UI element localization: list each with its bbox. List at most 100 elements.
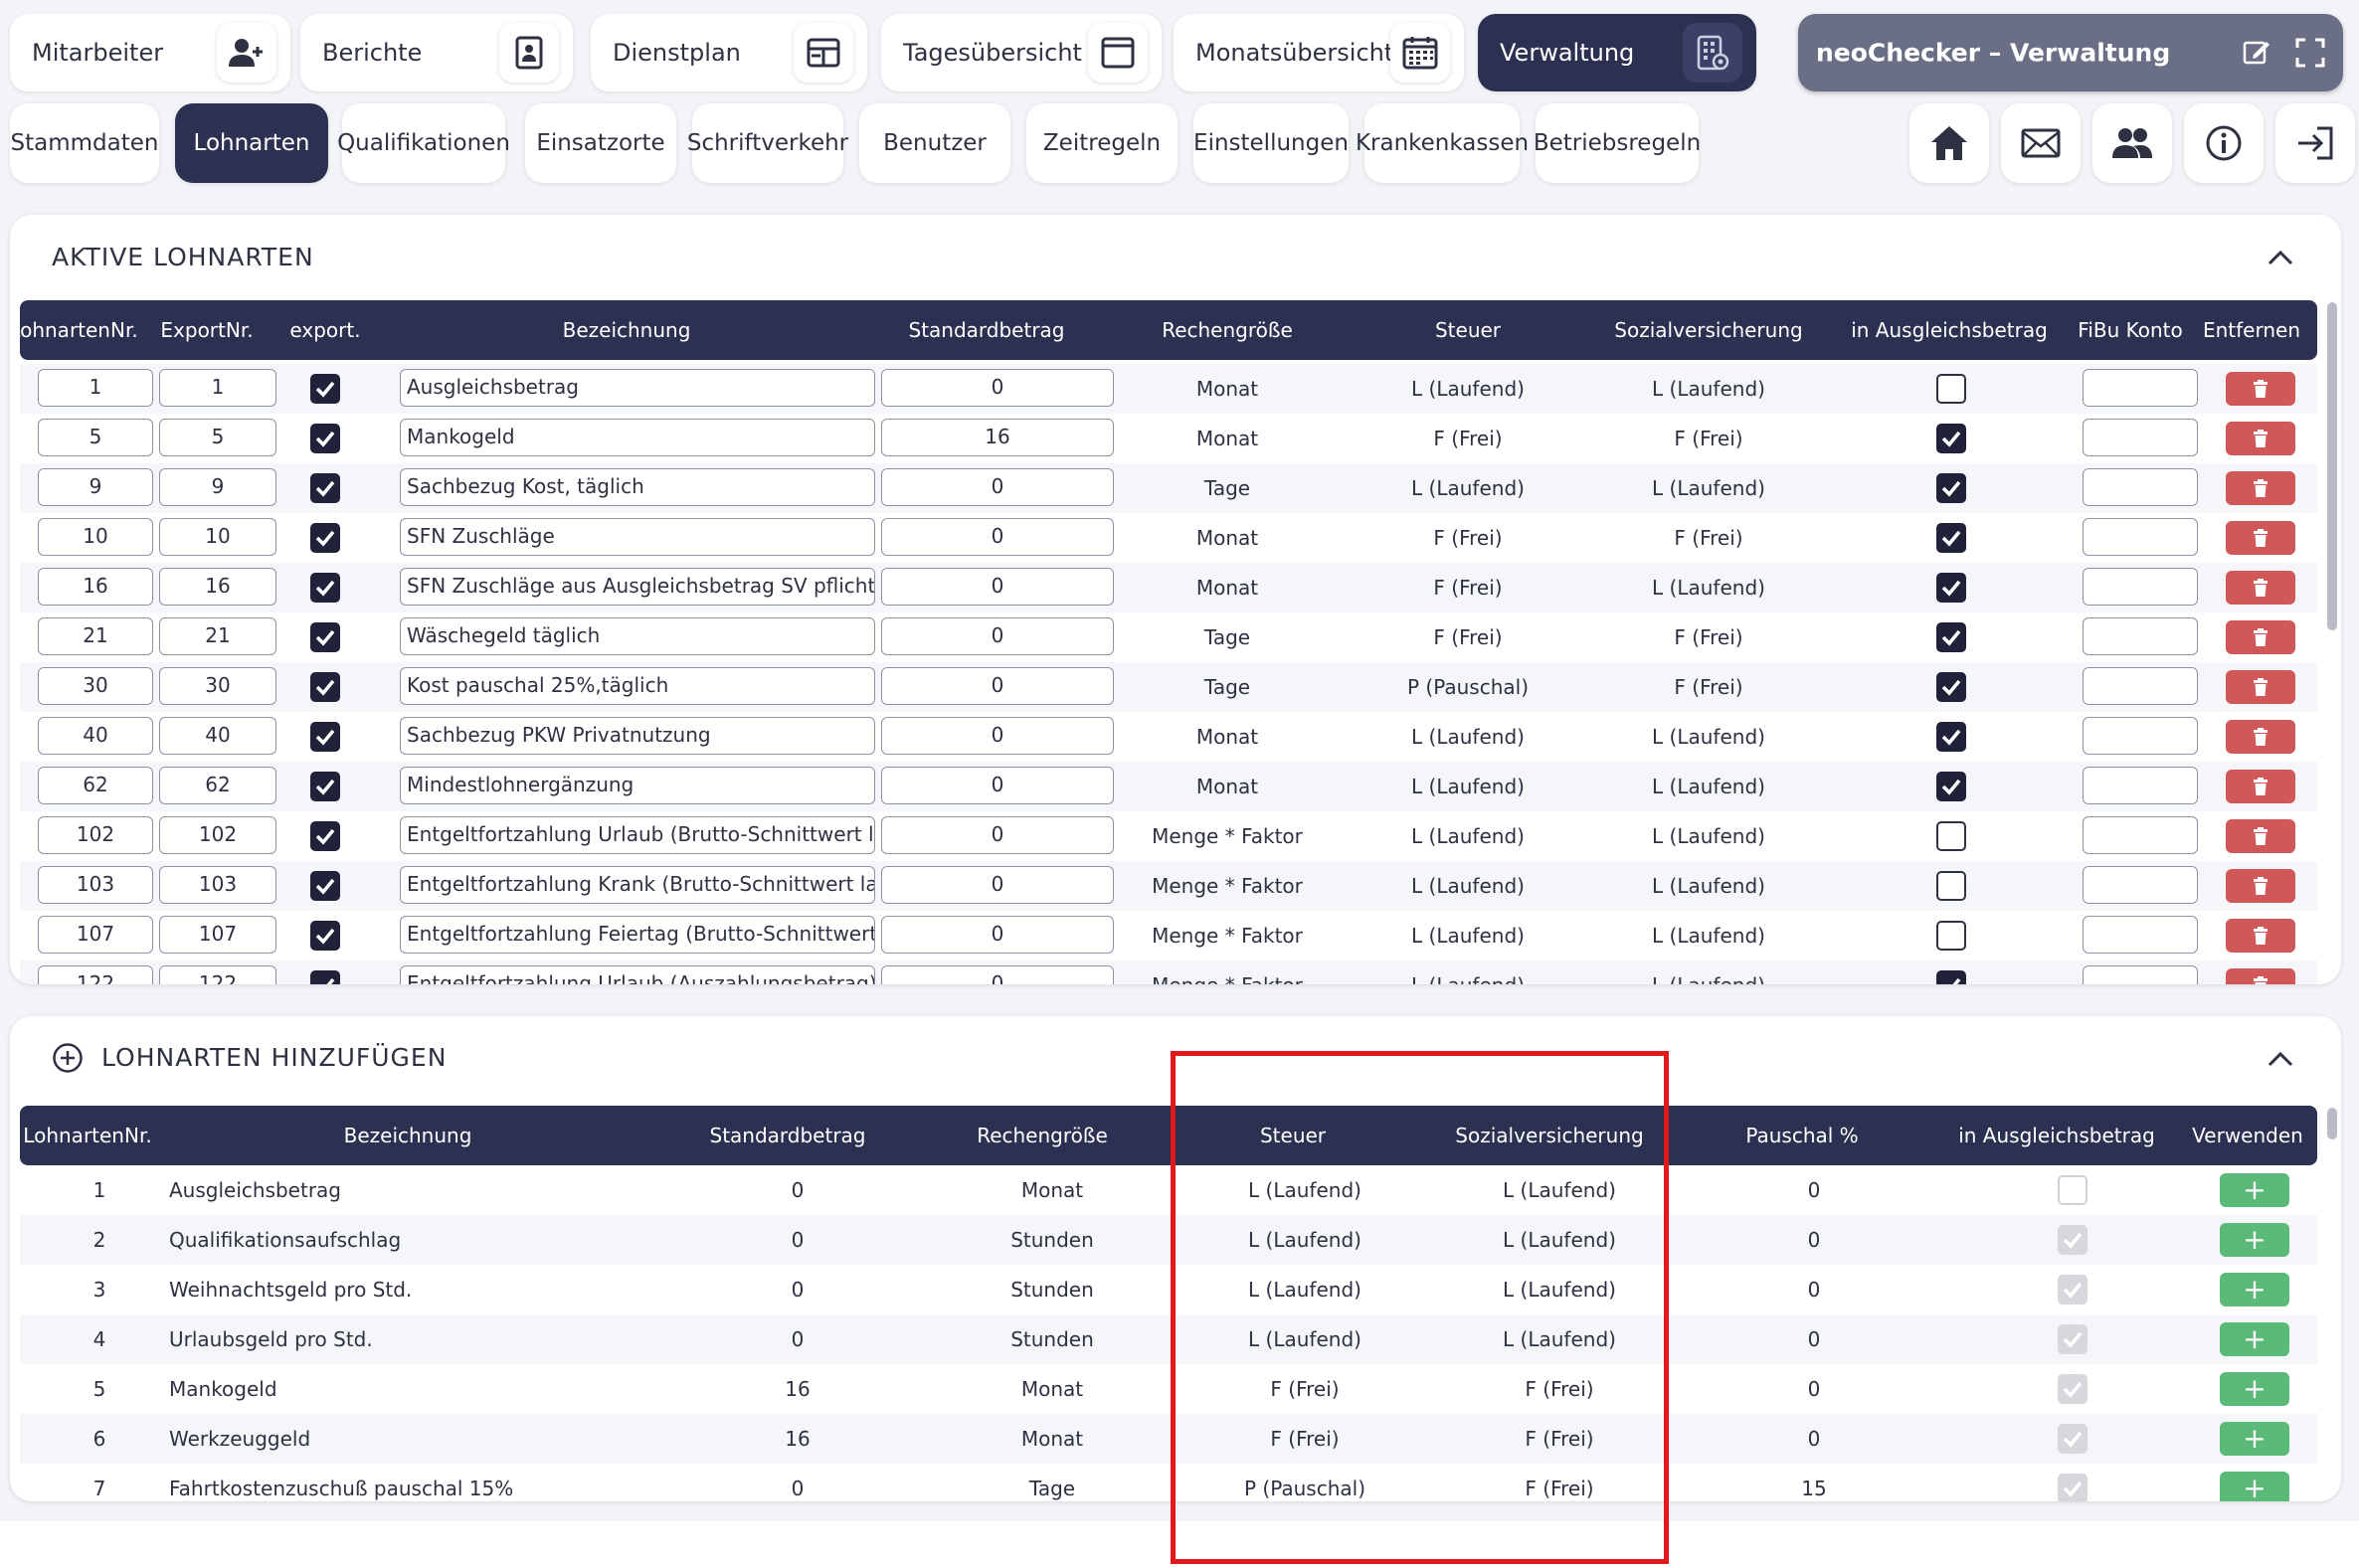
fibu-account-input[interactable] bbox=[2083, 518, 2198, 556]
nav-item-tagesübersicht[interactable]: Tagesübersicht bbox=[881, 14, 1162, 91]
delete-button[interactable] bbox=[2226, 422, 2295, 455]
nav-item-verwaltung[interactable]: Verwaltung bbox=[1478, 14, 1756, 91]
use-button[interactable]: + bbox=[2220, 1273, 2289, 1307]
chevron-up-icon[interactable] bbox=[2268, 1046, 2293, 1072]
description-input[interactable]: Entgeltfortzahlung Feiertag (Brutto-Schn… bbox=[400, 916, 875, 954]
export-checkbox[interactable] bbox=[310, 672, 340, 702]
delete-button[interactable] bbox=[2226, 720, 2295, 754]
nav-item-mitarbeiter[interactable]: Mitarbeiter bbox=[10, 14, 290, 91]
fibu-account-input[interactable] bbox=[2083, 617, 2198, 655]
amount-input[interactable]: 0 bbox=[881, 916, 1114, 954]
logout-button[interactable] bbox=[2275, 103, 2355, 183]
balance-checkbox[interactable] bbox=[1936, 424, 1966, 453]
wage-number-input[interactable]: 16 bbox=[38, 568, 153, 606]
export-number-input[interactable]: 40 bbox=[159, 717, 276, 755]
delete-button[interactable] bbox=[2226, 869, 2295, 903]
subnav-einsatzorte[interactable]: Einsatzorte bbox=[525, 103, 676, 183]
info-button[interactable] bbox=[2184, 103, 2264, 183]
wage-number-input[interactable]: 122 bbox=[38, 965, 153, 984]
subnav-krankenkassen[interactable]: Krankenkassen bbox=[1356, 103, 1529, 183]
description-input[interactable]: Mindestlohnergänzung bbox=[400, 767, 875, 804]
fibu-account-input[interactable] bbox=[2083, 568, 2198, 606]
subnav-stammdaten[interactable]: Stammdaten bbox=[10, 103, 159, 183]
active-scrollbar[interactable] bbox=[2327, 302, 2337, 630]
amount-input[interactable]: 16 bbox=[881, 419, 1114, 456]
subnav-lohnarten[interactable]: Lohnarten bbox=[175, 103, 328, 183]
export-number-input[interactable]: 10 bbox=[159, 518, 276, 556]
edit-icon[interactable] bbox=[2242, 38, 2271, 68]
balance-checkbox[interactable] bbox=[1936, 871, 1966, 901]
delete-button[interactable] bbox=[2226, 770, 2295, 803]
balance-checkbox[interactable] bbox=[1936, 374, 1966, 404]
delete-button[interactable] bbox=[2226, 968, 2295, 984]
subnav-einstellungen[interactable]: Einstellungen bbox=[1193, 103, 1349, 183]
wage-number-input[interactable]: 1 bbox=[38, 369, 153, 407]
export-checkbox[interactable] bbox=[310, 871, 340, 901]
fibu-account-input[interactable] bbox=[2083, 369, 2198, 407]
use-button[interactable]: + bbox=[2220, 1422, 2289, 1456]
description-input[interactable]: Mankogeld bbox=[400, 419, 875, 456]
subnav-qualifikationen[interactable]: Qualifikationen bbox=[337, 103, 510, 183]
amount-input[interactable]: 0 bbox=[881, 468, 1114, 506]
delete-button[interactable] bbox=[2226, 571, 2295, 605]
balance-checkbox[interactable] bbox=[1936, 523, 1966, 553]
export-number-input[interactable]: 9 bbox=[159, 468, 276, 506]
wage-number-input[interactable]: 102 bbox=[38, 816, 153, 854]
export-checkbox[interactable] bbox=[310, 772, 340, 801]
wage-number-input[interactable]: 21 bbox=[38, 617, 153, 655]
wage-number-input[interactable]: 9 bbox=[38, 468, 153, 506]
delete-button[interactable] bbox=[2226, 819, 2295, 853]
balance-checkbox[interactable] bbox=[1936, 821, 1966, 851]
balance-checkbox[interactable] bbox=[1936, 722, 1966, 752]
nav-item-monatsübersicht[interactable]: Monatsübersicht bbox=[1174, 14, 1464, 91]
balance-checkbox[interactable] bbox=[1936, 672, 1966, 702]
add-scrollbar[interactable] bbox=[2327, 1108, 2337, 1139]
amount-input[interactable]: 0 bbox=[881, 816, 1114, 854]
amount-input[interactable]: 0 bbox=[881, 568, 1114, 606]
export-number-input[interactable]: 122 bbox=[159, 965, 276, 984]
fibu-account-input[interactable] bbox=[2083, 667, 2198, 705]
amount-input[interactable]: 0 bbox=[881, 717, 1114, 755]
subnav-zeitregeln[interactable]: Zeitregeln bbox=[1026, 103, 1178, 183]
amount-input[interactable]: 0 bbox=[881, 667, 1114, 705]
balance-checkbox[interactable] bbox=[1936, 622, 1966, 652]
wage-number-input[interactable]: 103 bbox=[38, 866, 153, 904]
export-number-input[interactable]: 102 bbox=[159, 816, 276, 854]
fibu-account-input[interactable] bbox=[2083, 816, 2198, 854]
fullscreen-icon[interactable] bbox=[2295, 38, 2325, 68]
fibu-account-input[interactable] bbox=[2083, 866, 2198, 904]
home-button[interactable] bbox=[1909, 103, 1989, 183]
amount-input[interactable]: 0 bbox=[881, 767, 1114, 804]
delete-button[interactable] bbox=[2226, 471, 2295, 505]
fibu-account-input[interactable] bbox=[2083, 717, 2198, 755]
export-checkbox[interactable] bbox=[310, 722, 340, 752]
description-input[interactable]: Wäschegeld täglich bbox=[400, 617, 875, 655]
export-number-input[interactable]: 5 bbox=[159, 419, 276, 456]
fibu-account-input[interactable] bbox=[2083, 419, 2198, 456]
use-button[interactable]: + bbox=[2220, 1372, 2289, 1406]
nav-item-dienstplan[interactable]: Dienstplan bbox=[591, 14, 867, 91]
wage-number-input[interactable]: 30 bbox=[38, 667, 153, 705]
amount-input[interactable]: 0 bbox=[881, 369, 1114, 407]
subnav-benutzer[interactable]: Benutzer bbox=[859, 103, 1010, 183]
balance-checkbox[interactable] bbox=[1936, 970, 1966, 984]
amount-input[interactable]: 0 bbox=[881, 518, 1114, 556]
fibu-account-input[interactable] bbox=[2083, 767, 2198, 804]
export-number-input[interactable]: 103 bbox=[159, 866, 276, 904]
export-number-input[interactable]: 21 bbox=[159, 617, 276, 655]
use-button[interactable]: + bbox=[2220, 1223, 2289, 1257]
description-input[interactable]: Sachbezug PKW Privatnutzung bbox=[400, 717, 875, 755]
amount-input[interactable]: 0 bbox=[881, 617, 1114, 655]
export-number-input[interactable]: 30 bbox=[159, 667, 276, 705]
amount-input[interactable]: 0 bbox=[881, 965, 1114, 984]
export-checkbox[interactable] bbox=[310, 622, 340, 652]
export-number-input[interactable]: 1 bbox=[159, 369, 276, 407]
export-number-input[interactable]: 16 bbox=[159, 568, 276, 606]
export-number-input[interactable]: 62 bbox=[159, 767, 276, 804]
export-checkbox[interactable] bbox=[310, 523, 340, 553]
fibu-account-input[interactable] bbox=[2083, 468, 2198, 506]
fibu-account-input[interactable] bbox=[2083, 965, 2198, 984]
wage-number-input[interactable]: 62 bbox=[38, 767, 153, 804]
wage-number-input[interactable]: 10 bbox=[38, 518, 153, 556]
delete-button[interactable] bbox=[2226, 670, 2295, 704]
